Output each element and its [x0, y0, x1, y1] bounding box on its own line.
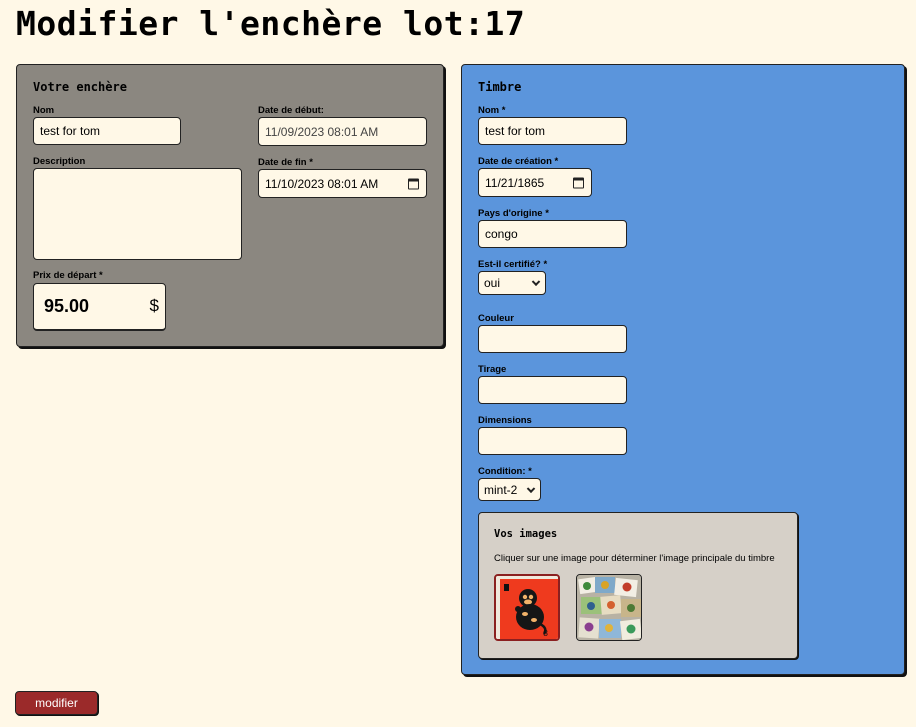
end-date-value: 11/10/2023 08:01 AM — [265, 176, 379, 191]
chevron-down-icon — [531, 277, 541, 287]
dollar-icon: $ — [149, 296, 159, 315]
color-label: Couleur — [478, 313, 514, 324]
certified-value: oui — [484, 276, 501, 290]
bid-name-input[interactable]: test for tom — [33, 117, 181, 145]
chevron-down-icon — [526, 484, 536, 493]
stamp-name-label: Nom * — [478, 105, 506, 116]
page-title: Modifier l'enchère lot:17 — [16, 4, 526, 43]
start-date-input[interactable]: 11/09/2023 08:01 AM — [258, 117, 427, 146]
creation-date-label: Date de création * — [478, 156, 559, 167]
print-run-label: Tirage — [478, 364, 507, 375]
stamp-thumbnail-birds[interactable] — [576, 574, 642, 641]
modifier-button[interactable]: modifier — [15, 691, 98, 715]
creation-date-value: 11/21/1865 — [485, 175, 545, 190]
starting-price-input[interactable]: 95.00 $ — [33, 283, 166, 331]
condition-label: Condition: * — [478, 466, 532, 477]
images-hint: Cliquer sur une image pour déterminer l'… — [494, 553, 775, 564]
stamp-panel-heading: Timbre — [478, 80, 522, 94]
calendar-icon[interactable] — [573, 177, 584, 188]
condition-value: mint-2 — [484, 482, 518, 497]
color-input[interactable] — [478, 325, 627, 353]
dimensions-label: Dimensions — [478, 415, 532, 426]
images-heading: Vos images — [494, 528, 558, 540]
country-label: Pays d'origine * — [478, 208, 549, 219]
bid-panel-heading: Votre enchère — [33, 80, 127, 94]
end-date-input[interactable]: 11/10/2023 08:01 AM — [258, 169, 427, 198]
dimensions-input[interactable] — [478, 427, 627, 455]
calendar-icon[interactable] — [408, 178, 419, 189]
description-label: Description — [33, 156, 86, 167]
start-date-label: Date de début: — [258, 105, 324, 116]
stamp-panel: Timbre Nom * test for tom Date de créati… — [461, 64, 905, 675]
images-box: Vos images Cliquer sur une image pour dé… — [478, 512, 798, 659]
condition-select[interactable]: mint-2 — [478, 478, 541, 501]
certified-select[interactable]: oui — [478, 271, 546, 295]
country-input[interactable]: congo — [478, 220, 627, 248]
bid-name-label: Nom — [33, 105, 55, 116]
stamp-thumbnail-monkey[interactable]: 8 — [494, 574, 560, 641]
description-textarea[interactable] — [33, 168, 242, 260]
monkey-stamp-image: 8 — [496, 576, 558, 639]
starting-price-value: 95.00 — [44, 296, 90, 316]
end-date-label: Date de fin * — [258, 157, 313, 168]
svg-text:8: 8 — [543, 629, 548, 638]
starting-price-label: Prix de départ * — [33, 270, 103, 281]
bid-panel: Votre enchère Nom test for tom Date de d… — [16, 64, 444, 347]
stamp-name-input[interactable]: test for tom — [478, 117, 627, 145]
creation-date-input[interactable]: 11/21/1865 — [478, 168, 592, 197]
birds-stamps-image — [577, 575, 641, 640]
print-run-input[interactable] — [478, 376, 627, 404]
certified-label: Est-il certifié? * — [478, 259, 548, 270]
